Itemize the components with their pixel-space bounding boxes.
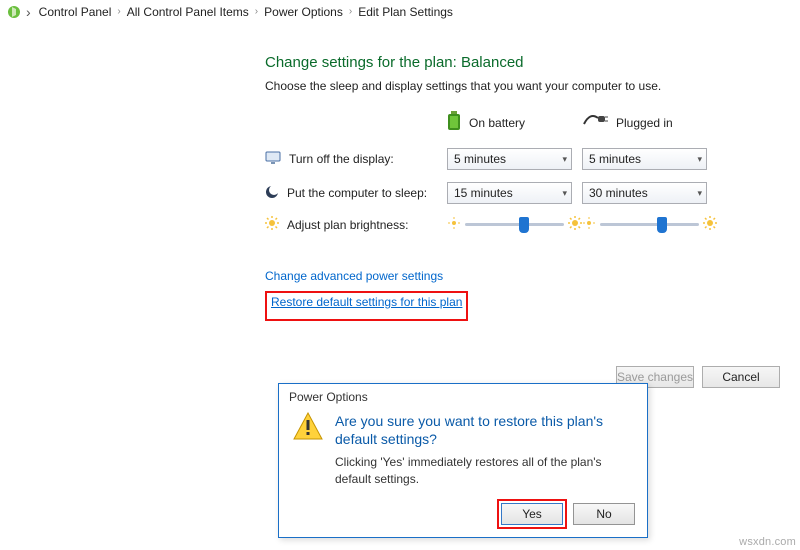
chevron-right-icon: ›	[349, 6, 352, 17]
watermark: wsxdn.com	[739, 536, 796, 548]
chevron-down-icon: ▾	[562, 188, 567, 199]
monitor-icon	[265, 151, 281, 168]
row-label-text: Turn off the display:	[289, 152, 394, 166]
display-off-plugged-dropdown[interactable]: 5 minutes▾	[582, 148, 707, 170]
chevron-down-icon: ▾	[562, 154, 567, 165]
battery-icon	[447, 111, 461, 134]
sun-dim-icon	[447, 216, 461, 233]
chevron-down-icon: ▾	[697, 188, 702, 199]
dialog-yes-button[interactable]: Yes	[501, 503, 563, 525]
dialog-no-button[interactable]: No	[573, 503, 635, 525]
main-content: Change settings for the plan: Balanced C…	[0, 24, 800, 233]
on-battery-column: On battery	[447, 111, 582, 134]
chevron-right-icon: ›	[255, 6, 258, 17]
breadcrumb-item[interactable]: Control Panel	[39, 5, 112, 19]
turn-off-display-row: Turn off the display: 5 minutes▾ 5 minut…	[265, 148, 770, 170]
page-subtitle: Choose the sleep and display settings th…	[265, 79, 770, 93]
restore-defaults-link[interactable]: Restore default settings for this plan	[271, 295, 462, 309]
page-title: Change settings for the plan: Balanced	[265, 54, 770, 71]
power-plan-icon	[6, 4, 22, 20]
confirm-restore-dialog: Power Options Are you sure you want to r…	[278, 383, 648, 538]
breadcrumb-item[interactable]: Edit Plan Settings	[358, 5, 453, 19]
cancel-button[interactable]: Cancel	[702, 366, 780, 388]
row-label-text: Adjust plan brightness:	[287, 218, 408, 232]
advanced-power-settings-link[interactable]: Change advanced power settings	[265, 269, 443, 283]
sleep-battery-dropdown[interactable]: 15 minutes▾	[447, 182, 572, 204]
moon-icon	[265, 185, 279, 202]
display-off-battery-dropdown[interactable]: 5 minutes▾	[447, 148, 572, 170]
sleep-row: Put the computer to sleep: 15 minutes▾ 3…	[265, 182, 770, 204]
row-label-text: Put the computer to sleep:	[287, 186, 427, 200]
column-header-row: On battery Plugged in	[265, 111, 770, 134]
chevron-down-icon: ▾	[697, 154, 702, 165]
sleep-plugged-dropdown[interactable]: 30 minutes▾	[582, 182, 707, 204]
sun-bright-icon	[703, 216, 717, 233]
sun-icon	[265, 216, 279, 233]
restore-defaults-highlight: Restore default settings for this plan	[265, 291, 468, 321]
sun-dim-icon	[582, 216, 596, 233]
breadcrumb: › Control Panel › All Control Panel Item…	[0, 0, 800, 24]
links-area: Change advanced power settings Restore d…	[0, 245, 800, 321]
chevron-right-icon: ›	[117, 6, 120, 17]
sun-bright-icon	[568, 216, 582, 233]
brightness-battery-slider[interactable]	[447, 216, 582, 233]
plug-icon	[582, 114, 608, 131]
column-label: Plugged in	[616, 116, 673, 130]
brightness-plugged-slider[interactable]	[582, 216, 717, 233]
breadcrumb-item[interactable]: All Control Panel Items	[127, 5, 249, 19]
column-label: On battery	[469, 116, 525, 130]
dialog-question: Are you sure you want to restore this pl…	[335, 412, 633, 448]
dialog-title: Power Options	[279, 384, 647, 408]
breadcrumb-item[interactable]: Power Options	[264, 5, 343, 19]
plugged-in-column: Plugged in	[582, 114, 717, 131]
chevron-right-icon[interactable]: ›	[26, 4, 31, 20]
dialog-explanation: Clicking 'Yes' immediately restores all …	[335, 454, 633, 486]
brightness-row: Adjust plan brightness:	[265, 216, 770, 233]
warning-icon	[293, 412, 323, 487]
